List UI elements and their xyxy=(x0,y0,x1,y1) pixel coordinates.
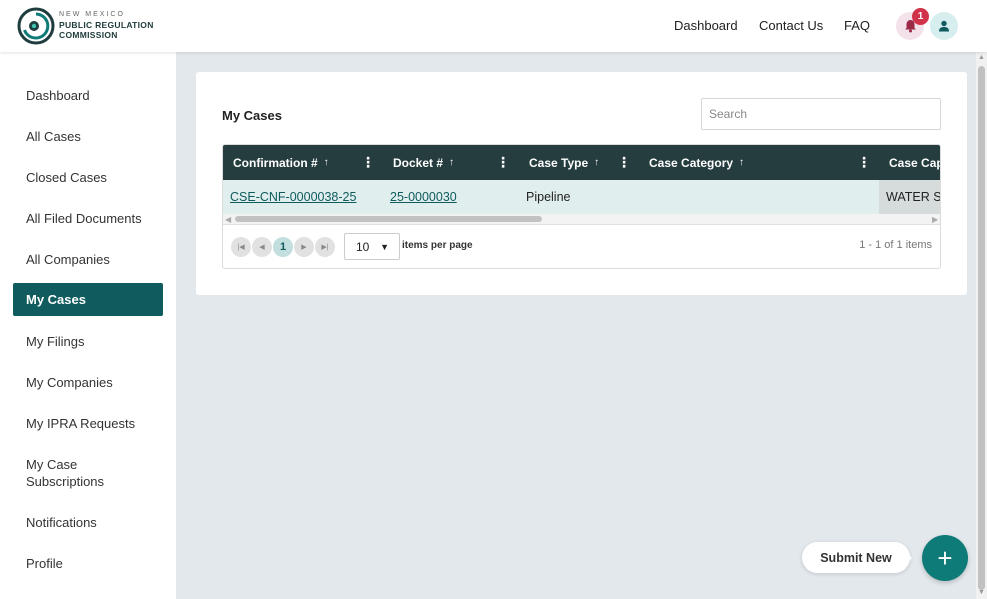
sidebar-item-my-companies[interactable]: My Companies xyxy=(13,374,163,391)
notification-badge: 1 xyxy=(912,8,929,25)
top-header: NEW MEXICO PUBLIC REGULATION COMMISSION … xyxy=(0,0,987,52)
my-cases-card: My Cases Confirmation # ↑ ⋮ Docket # ↑ ⋮ C… xyxy=(196,72,967,295)
sidebar-item-all-companies[interactable]: All Companies xyxy=(13,251,163,268)
column-menu-icon[interactable]: ⋮ xyxy=(361,155,375,169)
scroll-left-icon[interactable]: ◀ xyxy=(225,214,231,225)
nav-dashboard[interactable]: Dashboard xyxy=(674,18,738,33)
search-input[interactable] xyxy=(701,98,941,130)
page-title: My Cases xyxy=(222,108,282,123)
column-label: Confirmation # xyxy=(233,155,318,170)
sidebar-item-my-ipra-requests[interactable]: My IPRA Requests xyxy=(13,415,163,432)
column-menu-icon[interactable]: ⋮ xyxy=(496,155,510,169)
docket-link[interactable]: 25-0000030 xyxy=(390,180,457,214)
pager: |◀ ◀ 1 ▶ ▶| 10 ▼ items per page 1 - 1 of… xyxy=(223,225,940,268)
sort-up-icon: ↑ xyxy=(739,157,745,168)
column-header-case-caption[interactable]: Case Capt xyxy=(889,145,940,180)
sidebar-item-notifications[interactable]: Notifications xyxy=(13,514,163,531)
scroll-up-icon[interactable]: ▲ xyxy=(978,54,985,61)
submit-label-pointer xyxy=(906,552,912,564)
horizontal-scrollbar[interactable]: ◀ ▶ xyxy=(223,214,940,225)
column-header-case-type[interactable]: Case Type ↑ xyxy=(529,145,599,180)
nav-faq[interactable]: FAQ xyxy=(844,18,870,33)
column-label: Case Category xyxy=(649,155,734,170)
submit-new-button[interactable]: + xyxy=(922,535,968,581)
sidebar-item-dashboard[interactable]: Dashboard xyxy=(13,87,163,104)
column-header-confirmation[interactable]: Confirmation # ↑ xyxy=(233,145,329,180)
case-type-cell: Pipeline xyxy=(526,190,571,204)
sidebar-item-profile[interactable]: Profile xyxy=(13,555,163,572)
column-label: Case Type xyxy=(529,155,589,170)
logo-text: NEW MEXICO PUBLIC REGULATION COMMISSION xyxy=(59,10,154,40)
logo-line1: NEW MEXICO xyxy=(59,11,125,18)
nav-contact-us[interactable]: Contact Us xyxy=(759,18,823,33)
user-icon xyxy=(939,20,949,32)
prc-logo-icon[interactable] xyxy=(16,6,56,46)
page-1-button[interactable]: 1 xyxy=(273,237,293,257)
logo-line2: PUBLIC REGULATION xyxy=(59,20,154,30)
grid-header: Confirmation # ↑ ⋮ Docket # ↑ ⋮ Case Type ↑… xyxy=(223,145,940,180)
page-scrollbar[interactable]: ▲ ▼ xyxy=(976,52,987,599)
column-menu-icon[interactable]: ⋮ xyxy=(617,155,631,169)
sidebar-item-all-cases[interactable]: All Cases xyxy=(13,128,163,145)
scroll-right-icon[interactable]: ▶ xyxy=(932,214,938,225)
cases-grid: Confirmation # ↑ ⋮ Docket # ↑ ⋮ Case Type ↑… xyxy=(222,144,941,269)
page-size-value: 10 xyxy=(356,239,370,254)
sidebar: Dashboard All Cases Closed Cases All Fil… xyxy=(0,52,176,599)
confirmation-link[interactable]: CSE-CNF-0000038-25 xyxy=(230,180,356,214)
page-scrollbar-thumb[interactable] xyxy=(978,66,985,590)
prev-page-icon[interactable]: ◀ xyxy=(252,237,272,257)
sidebar-item-my-filings[interactable]: My Filings xyxy=(13,333,163,350)
items-per-page-label: items per page xyxy=(402,240,473,251)
column-menu-icon[interactable]: ⋮ xyxy=(857,155,871,169)
case-caption-cell: WATER SU xyxy=(879,180,940,214)
first-page-icon[interactable]: |◀ xyxy=(231,237,251,257)
page-size-select[interactable]: 10 ▼ xyxy=(344,233,400,260)
table-row[interactable]: CSE-CNF-0000038-25 25-0000030 Pipeline W… xyxy=(223,180,940,214)
next-page-icon[interactable]: ▶ xyxy=(294,237,314,257)
column-header-docket[interactable]: Docket # ↑ xyxy=(393,145,454,180)
chevron-down-icon: ▼ xyxy=(380,241,389,252)
column-header-case-category[interactable]: Case Category ↑ xyxy=(649,145,744,180)
pager-info: 1 - 1 of 1 items xyxy=(859,239,932,251)
last-page-icon[interactable]: ▶| xyxy=(315,237,335,257)
submit-new-label[interactable]: Submit New xyxy=(802,542,910,573)
scrollbar-thumb[interactable] xyxy=(235,216,542,222)
sidebar-item-my-cases[interactable]: My Cases xyxy=(13,283,163,316)
logo-line3: COMMISSION xyxy=(59,30,118,40)
scroll-down-icon[interactable]: ▼ xyxy=(978,589,985,596)
user-menu-button[interactable] xyxy=(930,12,958,40)
sort-up-icon: ↑ xyxy=(594,157,600,168)
sidebar-item-all-filed-documents[interactable]: All Filed Documents xyxy=(13,210,163,227)
sidebar-item-closed-cases[interactable]: Closed Cases xyxy=(13,169,163,186)
sidebar-item-my-case-subscriptions[interactable]: My Case Subscriptions xyxy=(13,456,133,490)
column-label: Case Capt xyxy=(889,155,940,170)
column-label: Docket # xyxy=(393,155,444,170)
sort-up-icon: ↑ xyxy=(323,157,329,168)
sort-up-icon: ↑ xyxy=(449,157,455,168)
